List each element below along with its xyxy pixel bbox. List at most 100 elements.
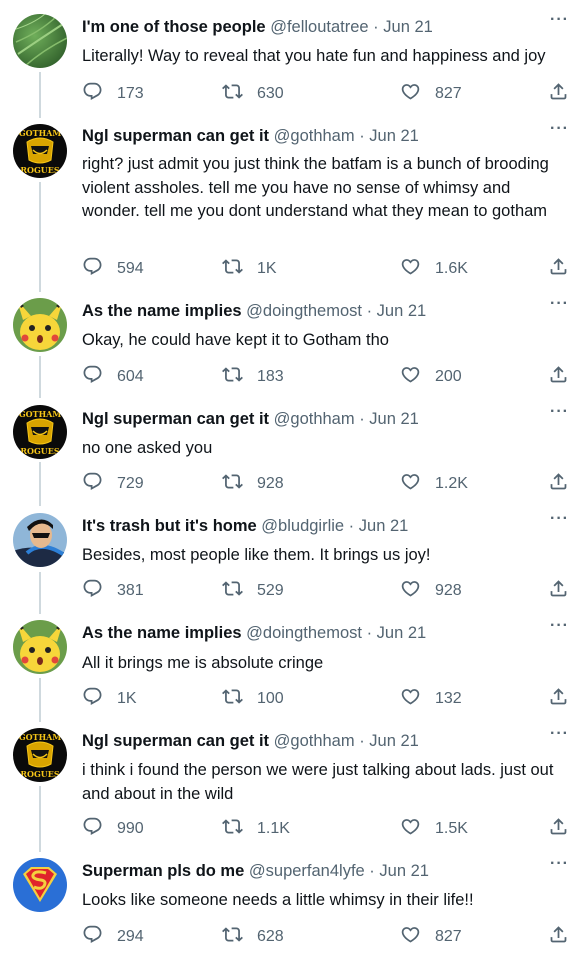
share-button[interactable] — [548, 365, 569, 389]
like-button[interactable]: 928 — [400, 579, 462, 603]
more-options-icon[interactable]: ··· — [550, 12, 569, 28]
tweet-date[interactable]: Jun 21 — [369, 127, 419, 145]
tweet-date[interactable]: Jun 21 — [377, 624, 427, 642]
tweet-date[interactable]: Jun 21 — [359, 517, 409, 535]
like-count: 1.6K — [435, 260, 468, 277]
more-options-icon[interactable]: ··· — [550, 726, 569, 742]
reply-button[interactable]: 604 — [82, 365, 144, 389]
share-button[interactable] — [548, 472, 569, 496]
separator-dot: · — [354, 732, 370, 750]
user-handle[interactable]: @gothham — [274, 127, 355, 145]
avatar[interactable]: GOTHAM ROGUES — [13, 728, 67, 782]
share-button[interactable] — [548, 257, 569, 281]
avatar[interactable] — [13, 298, 67, 352]
retweet-button[interactable]: 529 — [222, 579, 284, 603]
more-options-icon[interactable]: ··· — [550, 511, 569, 527]
user-handle[interactable]: @bludgirlie — [261, 517, 344, 535]
tweet-actions: 604 183 200 — [82, 365, 572, 389]
like-button[interactable]: 200 — [400, 365, 462, 389]
like-icon — [400, 471, 435, 497]
more-options-icon[interactable]: ··· — [550, 121, 569, 137]
avatar[interactable] — [13, 14, 67, 68]
more-options-icon[interactable]: ··· — [550, 404, 569, 420]
tweet[interactable]: GOTHAM ROGUES Ngl superman can get it @got… — [0, 109, 585, 277]
like-button[interactable]: 827 — [400, 925, 462, 949]
display-name[interactable]: I'm one of those people — [82, 18, 266, 36]
share-button[interactable] — [548, 925, 569, 949]
like-button[interactable]: 132 — [400, 687, 462, 711]
display-name[interactable]: Ngl superman can get it — [82, 127, 269, 145]
more-options-icon[interactable]: ··· — [550, 618, 569, 634]
reply-button[interactable]: 990 — [82, 817, 144, 841]
share-icon — [548, 686, 569, 712]
avatar[interactable]: GOTHAM ROGUES — [13, 405, 67, 459]
like-button[interactable]: 1.2K — [400, 472, 468, 496]
tweet-actions: 729 928 1.2K — [82, 472, 572, 496]
avatar[interactable]: GOTHAM ROGUES — [13, 124, 67, 178]
reply-button[interactable]: 294 — [82, 925, 144, 949]
display-name[interactable]: Ngl superman can get it — [82, 410, 269, 428]
avatar[interactable] — [13, 513, 67, 567]
tweet-date[interactable]: Jun 21 — [377, 302, 427, 320]
user-handle[interactable]: @doingthemost — [246, 302, 362, 320]
like-button[interactable]: 827 — [400, 82, 462, 106]
tweet[interactable]: I'm one of those people @felloutatree · … — [0, 0, 585, 110]
reply-button[interactable]: 173 — [82, 82, 144, 106]
user-handle[interactable]: @felloutatree — [270, 18, 368, 36]
share-button[interactable] — [548, 687, 569, 711]
retweet-button[interactable]: 928 — [222, 472, 284, 496]
display-name[interactable]: It's trash but it's home — [82, 517, 257, 535]
avatar-top-text: GOTHAM — [19, 409, 62, 419]
avatar-top-text: GOTHAM — [19, 128, 62, 138]
tweet-date[interactable]: Jun 21 — [369, 410, 419, 428]
more-options-icon[interactable]: ··· — [550, 296, 569, 312]
reply-button[interactable]: 594 — [82, 257, 144, 281]
display-name[interactable]: As the name implies — [82, 624, 242, 642]
avatar[interactable] — [13, 620, 67, 674]
user-handle[interactable]: @doingthemost — [246, 624, 362, 642]
avatar-bottom-text: ROGUES — [20, 769, 60, 779]
tweet[interactable]: Superman pls do me @superfan4lyfe · Jun … — [0, 844, 585, 954]
tweet[interactable]: As the name implies @doingthemost · Jun … — [0, 284, 585, 394]
retweet-icon — [222, 364, 257, 390]
tweet[interactable]: It's trash but it's home @bludgirlie · J… — [0, 499, 585, 609]
retweet-count: 529 — [257, 582, 284, 599]
tweet[interactable]: As the name implies @doingthemost · Jun … — [0, 606, 585, 716]
retweet-icon — [222, 471, 257, 497]
display-name[interactable]: Ngl superman can get it — [82, 732, 269, 750]
like-icon — [400, 578, 435, 604]
tweet[interactable]: GOTHAM ROGUES Ngl superman can get it @got… — [0, 714, 585, 837]
reply-icon — [82, 81, 117, 107]
share-icon — [548, 364, 569, 390]
retweet-button[interactable]: 630 — [222, 82, 284, 106]
reply-button[interactable]: 381 — [82, 579, 144, 603]
user-handle[interactable]: @gothham — [274, 410, 355, 428]
tweet-date[interactable]: Jun 21 — [379, 862, 429, 880]
user-handle[interactable]: @superfan4lyfe — [249, 862, 365, 880]
avatar[interactable] — [13, 858, 67, 912]
tweet-text: Literally! Way to reveal that you hate f… — [82, 47, 546, 65]
share-button[interactable] — [548, 817, 569, 841]
user-handle[interactable]: @gothham — [274, 732, 355, 750]
tweet-header: Ngl superman can get it @gothham · Jun 2… — [82, 729, 419, 753]
tweet-date[interactable]: Jun 21 — [383, 18, 433, 36]
retweet-button[interactable]: 183 — [222, 365, 284, 389]
more-options-icon[interactable]: ··· — [550, 856, 569, 872]
display-name[interactable]: Superman pls do me — [82, 862, 244, 880]
tweet-date[interactable]: Jun 21 — [369, 732, 419, 750]
like-button[interactable]: 1.5K — [400, 817, 468, 841]
reply-button[interactable]: 1K — [82, 687, 137, 711]
like-button[interactable]: 1.6K — [400, 257, 468, 281]
share-button[interactable] — [548, 579, 569, 603]
retweet-button[interactable]: 628 — [222, 925, 284, 949]
retweet-button[interactable]: 1K — [222, 257, 277, 281]
retweet-button[interactable]: 100 — [222, 687, 284, 711]
retweet-button[interactable]: 1.1K — [222, 817, 290, 841]
reply-button[interactable]: 729 — [82, 472, 144, 496]
tweet[interactable]: GOTHAM ROGUES Ngl superman can get it @got… — [0, 392, 585, 502]
separator-dot: · — [354, 127, 370, 145]
tweet-text: right? just admit you just think the bat… — [82, 155, 549, 220]
share-button[interactable] — [548, 82, 569, 106]
display-name[interactable]: As the name implies — [82, 302, 242, 320]
like-count: 132 — [435, 690, 462, 707]
